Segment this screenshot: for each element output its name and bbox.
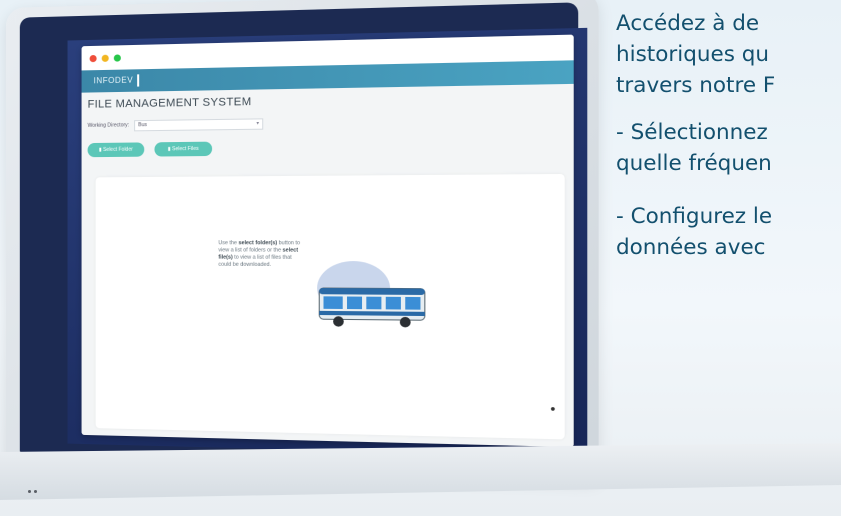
laptop-port-dots — [28, 480, 44, 493]
chevron-down-icon: ▾ — [256, 120, 260, 127]
working-directory-select[interactable]: Bus ▾ — [134, 118, 264, 132]
maximize-dot[interactable] — [113, 53, 121, 62]
select-folders-label: Select Folder — [103, 146, 133, 154]
select-files-button[interactable]: ▮ Select Files — [154, 141, 213, 157]
close-dot[interactable] — [89, 54, 97, 62]
side-line-3: travers notre F — [616, 73, 776, 98]
select-folders-button[interactable]: ▮ Select Folder — [87, 142, 145, 158]
app-window: INFODEV FILE MANAGEMENT SYSTEM Working D… — [81, 34, 574, 448]
empty-state-hint: Use the select folder(s) button to view … — [218, 240, 304, 269]
working-directory-value: Bus — [138, 122, 147, 129]
laptop-bezel: INFODEV FILE MANAGEMENT SYSTEM Working D… — [19, 2, 588, 468]
side-line-5: quelle fréquen — [616, 151, 772, 176]
main-content: FILE MANAGEMENT SYSTEM Working Directory… — [81, 83, 574, 448]
brand-logo[interactable]: INFODEV — [93, 74, 140, 88]
minimize-dot[interactable] — [101, 54, 109, 62]
bus-illustration — [317, 260, 429, 328]
select-files-label: Select Files — [172, 145, 199, 153]
page-title: FILE MANAGEMENT SYSTEM — [87, 95, 252, 111]
side-line-4: - Sélectionnez — [616, 120, 768, 145]
side-line-6: - Configurez le — [616, 204, 773, 229]
side-line-1: Accédez à de — [616, 11, 760, 36]
file-browser-panel: Use the select folder(s) button to view … — [95, 173, 565, 440]
marketing-text: Accédez à de historiques qu travers notr… — [616, 8, 841, 263]
working-directory-label: Working Directory: — [87, 122, 130, 129]
side-line-2: historiques qu — [616, 42, 770, 67]
hint-bold-1: select folder(s) — [238, 240, 278, 247]
hint-text-1: Use the — [218, 240, 239, 247]
laptop-screen: INFODEV FILE MANAGEMENT SYSTEM Working D… — [67, 27, 588, 458]
side-line-7: données avec — [616, 235, 766, 260]
laptop-lid: INFODEV FILE MANAGEMENT SYSTEM Working D… — [6, 0, 599, 480]
scroll-indicator-icon[interactable]: ● — [550, 404, 555, 414]
